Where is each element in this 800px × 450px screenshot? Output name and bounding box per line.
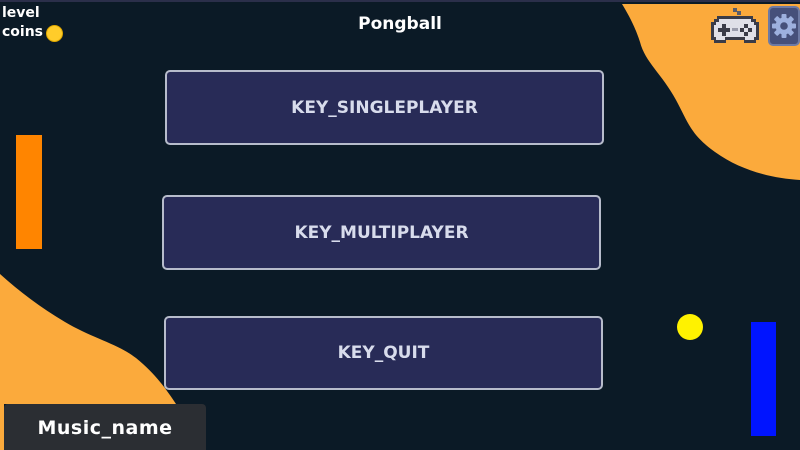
singleplayer-button[interactable]: KEY_SINGLEPLAYER [165, 70, 604, 145]
gamepad-button[interactable] [711, 8, 759, 44]
gamepad-icon [711, 8, 759, 43]
quit-button[interactable]: KEY_QUIT [164, 316, 603, 390]
gear-icon [772, 14, 796, 38]
left-paddle [16, 135, 42, 249]
right-paddle [751, 322, 776, 436]
game-screen: level coins Pongball KEY_SINGLEPLAYER KE… [0, 0, 800, 450]
multiplayer-button[interactable]: KEY_MULTIPLAYER [162, 195, 601, 270]
ball [677, 314, 703, 340]
music-name-label: Music_name [37, 417, 173, 439]
game-title: Pongball [358, 14, 442, 34]
settings-button[interactable] [768, 6, 800, 46]
music-name-panel: Music_name [4, 404, 206, 450]
